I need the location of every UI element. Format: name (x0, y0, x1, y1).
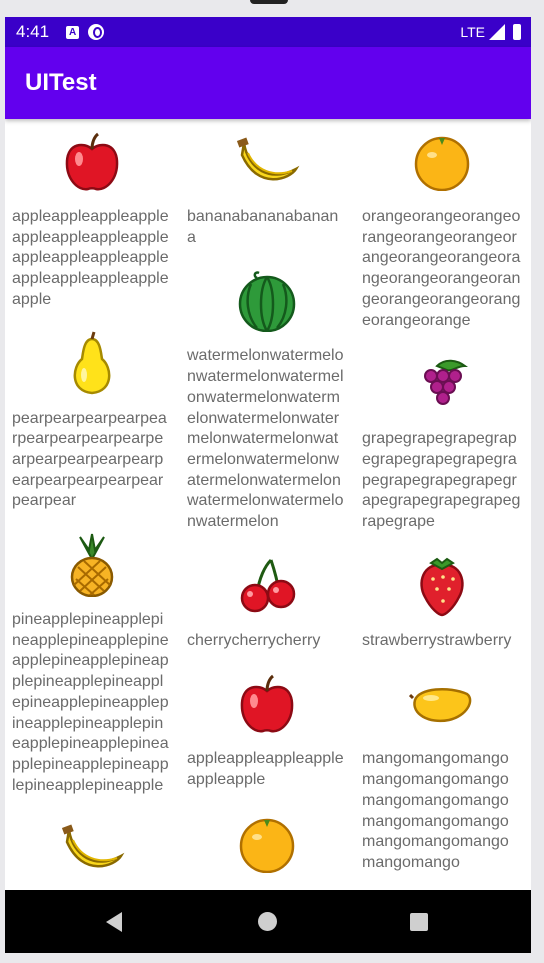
app-bar: UITest (5, 47, 531, 119)
strawberry-icon (362, 547, 522, 625)
fruit-item-pear[interactable]: pearpearpearpearpearpearpearpearpearpear… (12, 325, 172, 513)
fruit-name: grapegrapegrapegrapegrapegrapegrapegrape… (362, 430, 521, 531)
grid-column-2: bananabananabanana watermelonwatermelonwa… (187, 119, 347, 890)
notification-a-icon: A (66, 25, 80, 39)
banana-icon (187, 123, 347, 201)
grape-icon (362, 345, 522, 423)
status-time: 4:41 (16, 22, 50, 41)
app-title: UITest (25, 69, 97, 96)
fruit-item-mango[interactable]: mangomangomangomangomangomangomangomango… (362, 665, 522, 873)
pear-icon (12, 325, 172, 403)
fruit-name: appleappleappleappleappleappleappleapple… (12, 208, 169, 308)
fruit-name: orangeorangeorangeorangeorangeorangeoran… (362, 208, 521, 329)
fruit-item-grape[interactable]: grapegrapegrapegrapegrapegrapegrapegrape… (362, 345, 522, 533)
fruit-item-pineapple[interactable]: pineapplepineapplepineapplepineapplepine… (12, 526, 172, 796)
fruit-item-orange[interactable] (187, 805, 347, 883)
grid-column-1: appleappleappleappleappleappleappleapple… (12, 119, 172, 890)
camera-notch (250, 0, 288, 4)
fruit-name: pearpearpearpearpearpearpearpearpearpear… (12, 409, 167, 510)
fruit-item-cherry[interactable]: cherrycherrycherry (187, 547, 347, 652)
fruit-item-strawberry[interactable]: strawberrystrawberry (362, 547, 522, 652)
network-label: LTE (460, 24, 485, 40)
fruit-name: mangomangomangomangomangomangomangomango… (362, 750, 509, 871)
fruit-name: strawberrystrawberry (362, 631, 512, 649)
fruit-item-apple[interactable]: appleappleappleappleappleappleappleapple… (12, 123, 172, 311)
recents-icon[interactable] (410, 913, 428, 931)
fruit-item-orange[interactable]: orangeorangeorangeorangeorangeorangeoran… (362, 123, 522, 331)
apple-icon (12, 123, 172, 201)
mango-icon (362, 665, 522, 743)
fruit-item-banana[interactable] (12, 810, 172, 888)
battery-icon (513, 24, 521, 40)
fruit-item-watermelon[interactable]: watermelonwatermelonwatermelonwatermelon… (187, 262, 347, 532)
pineapple-icon (12, 526, 172, 604)
fruit-name: watermelonwatermelonwatermelonwatermelon… (187, 347, 344, 531)
banana-icon (12, 810, 172, 888)
notification-p-icon (88, 24, 105, 40)
home-icon[interactable] (258, 912, 277, 931)
fruit-name: pineapplepineapplepineapplepineapplepine… (12, 611, 169, 794)
cherry-icon (187, 547, 347, 625)
orange-icon (187, 805, 347, 883)
fruit-name: appleappleappleappleappleapple (187, 750, 344, 789)
orange-icon (362, 123, 522, 201)
navigation-bar (5, 890, 531, 953)
fruit-item-banana[interactable]: bananabananabanana (187, 123, 347, 248)
watermelon-icon (187, 262, 347, 340)
fruit-grid[interactable]: appleappleappleappleappleappleappleapple… (5, 119, 531, 890)
phone-screen: 4:41 A LTE UITest appleappleappleappleap… (5, 17, 531, 953)
signal-icon (489, 24, 505, 40)
status-bar: 4:41 A LTE (5, 17, 531, 47)
back-icon[interactable] (106, 912, 122, 932)
fruit-item-apple[interactable]: appleappleappleappleappleapple (187, 665, 347, 790)
grid-column-3: orangeorangeorangeorangeorangeorangeoran… (362, 119, 522, 888)
apple-icon (187, 665, 347, 743)
fruit-name: cherrycherrycherry (187, 631, 321, 649)
status-right: LTE (460, 24, 521, 40)
fruit-name: bananabananabanana (187, 208, 339, 246)
